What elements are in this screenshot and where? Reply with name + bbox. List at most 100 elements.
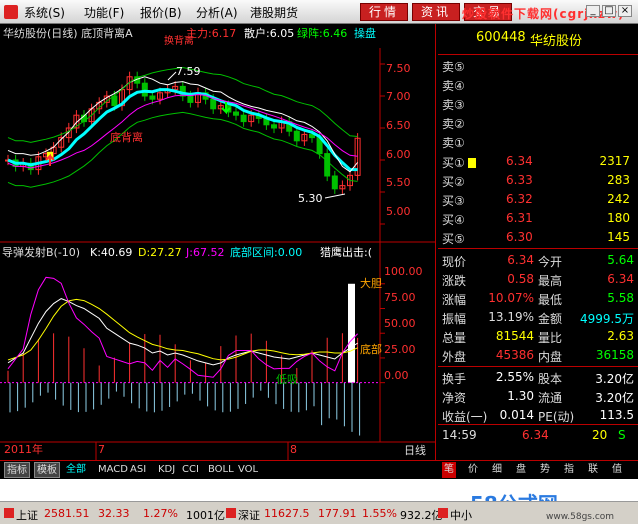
stat-label: 涨跌 [442, 274, 467, 288]
indicator-tab[interactable]: MACD [96, 462, 130, 478]
menu-quote[interactable]: 报价(B) [140, 4, 182, 21]
sz-label[interactable]: 深证 [238, 507, 260, 523]
divider [438, 248, 638, 249]
sh-amount: 1001亿 [186, 509, 225, 522]
candle-body [331, 175, 338, 190]
d-line [7, 298, 358, 361]
stat-label: 内盘 [538, 350, 563, 364]
switch-label[interactable]: 操盘 [354, 28, 376, 40]
sme-label[interactable]: 中小 [450, 507, 472, 523]
candle-body [210, 98, 217, 110]
quote-tab[interactable]: 细 [490, 462, 504, 478]
quote-tab[interactable]: 指 [562, 462, 576, 478]
low-price-label: 5.30 [298, 192, 323, 205]
indicator-tab[interactable]: 模板 [34, 462, 60, 478]
order-row[interactable]: 卖① [438, 132, 638, 151]
period-label[interactable]: 日线 [404, 445, 426, 457]
order-row[interactable]: 买② 6.33 283 [438, 171, 638, 190]
order-row[interactable]: 卖② [438, 113, 638, 132]
divider [438, 366, 638, 367]
stat-row: 涨跌 0.58 最高 6.34 [438, 270, 638, 289]
menu-hk-futures[interactable]: 港股期货 [250, 4, 298, 21]
order-price: 6.33 [506, 173, 533, 187]
price-tick: 5.00 [386, 205, 411, 218]
quote-panel: 600448 华纺股份 卖⑤ 卖④ 卖③ 卖② 卖① 买① 6.34 2317 买② 6.33 28… [438, 24, 638, 460]
stat-label: 总量 [442, 331, 467, 345]
stat-value: 3.20亿 [595, 391, 634, 405]
quote-tab[interactable]: 值 [610, 462, 624, 478]
stat-row: 涨幅 10.07% 最低 5.58 [438, 289, 638, 308]
kline-chart[interactable] [0, 24, 436, 460]
stat-label: 收益(一) [442, 410, 488, 424]
quote-tab[interactable]: 价 [466, 462, 480, 478]
stat-label: 现价 [442, 255, 467, 269]
bold-label: 大胆 [360, 277, 382, 290]
menu-function[interactable]: 功能(F) [84, 4, 124, 21]
watermark-url: www.58gs.com [546, 512, 615, 522]
order-level: 买② [442, 175, 465, 189]
minimize-icon[interactable]: _ [586, 5, 600, 17]
stock-code: 600448 [476, 30, 526, 45]
j-line [7, 276, 358, 378]
order-volume: 180 [607, 211, 630, 225]
stat-value: 2.55% [495, 370, 534, 384]
sme-marker-icon [438, 508, 448, 518]
j-value: J:67.52 [186, 246, 225, 259]
quote-tab[interactable]: 势 [538, 462, 552, 478]
stat-value: 13.19% [488, 310, 534, 324]
stock-header: 600448 华纺股份 [438, 28, 638, 50]
order-level: 买③ [442, 194, 465, 208]
candle-body [187, 95, 194, 103]
maximize-icon[interactable]: □ [602, 5, 616, 17]
order-volume: 2317 [599, 154, 630, 168]
news-button[interactable]: 资讯 [412, 3, 460, 21]
stat-row: 收益(一) 0.014 PE(动) 113.5 [438, 406, 638, 425]
stat-value: 0.014 [499, 408, 534, 422]
indicator-tab[interactable]: CCI [180, 462, 201, 478]
stat-label: 外盘 [442, 350, 467, 364]
indicator-tab[interactable]: BOLL [206, 462, 236, 478]
stat-value: 0.58 [507, 272, 534, 286]
stat-row: 现价 6.34 今开 5.64 [438, 251, 638, 270]
menu-system[interactable]: 系统(S) [24, 4, 65, 21]
bottom-label: 底部 [360, 343, 382, 356]
close-icon[interactable]: × [618, 5, 632, 17]
order-row[interactable]: 买④ 6.31 180 [438, 209, 638, 228]
stat-value: 6.34 [507, 253, 534, 267]
date-label: 8 [290, 443, 297, 456]
indicator-tab[interactable]: ASI [128, 462, 148, 478]
order-level: 买④ [442, 213, 465, 227]
market-button[interactable]: 行情 [360, 3, 408, 21]
stat-label: 量比 [538, 331, 563, 345]
stat-value: 1.30 [507, 389, 534, 403]
order-level: 卖③ [442, 98, 465, 112]
indicator-tab[interactable]: KDJ [156, 462, 177, 478]
order-row[interactable]: 买⑤ 6.30 145 [438, 228, 638, 247]
tick-flag: S [618, 428, 626, 442]
order-row[interactable]: 卖③ [438, 94, 638, 113]
candle-body [149, 95, 156, 100]
quote-tab[interactable]: 盘 [514, 462, 528, 478]
main-force-value: 主力:6.17 [186, 27, 237, 40]
sh-label[interactable]: 上证 [16, 507, 38, 523]
sh-index: 2581.51 [44, 507, 90, 520]
quote-tab[interactable]: 笔 [442, 462, 456, 478]
indicator-tab[interactable]: 全部 [64, 462, 88, 478]
stat-label: PE(动) [538, 410, 575, 424]
menu-analysis[interactable]: 分析(A) [196, 4, 238, 21]
site-watermark: 炒股软件下载网(cgrjxzw) [462, 7, 625, 21]
indicator-tab[interactable]: VOL [236, 462, 260, 478]
indicator-tab[interactable]: 指标 [4, 462, 30, 478]
order-level: 买① [442, 156, 465, 170]
order-price: 6.32 [506, 192, 533, 206]
order-row[interactable]: 卖⑤ [438, 56, 638, 75]
quote-tab[interactable]: 联 [586, 462, 600, 478]
stat-label: 最低 [538, 293, 563, 307]
candle-body [233, 111, 239, 116]
stat-label: 金额 [538, 312, 563, 326]
high-price-label: 7.59 [176, 65, 201, 78]
order-row[interactable]: 卖④ [438, 75, 638, 94]
order-row[interactable]: 买③ 6.32 242 [438, 190, 638, 209]
order-level: 卖④ [442, 79, 465, 93]
price-tick: 7.50 [386, 62, 411, 75]
